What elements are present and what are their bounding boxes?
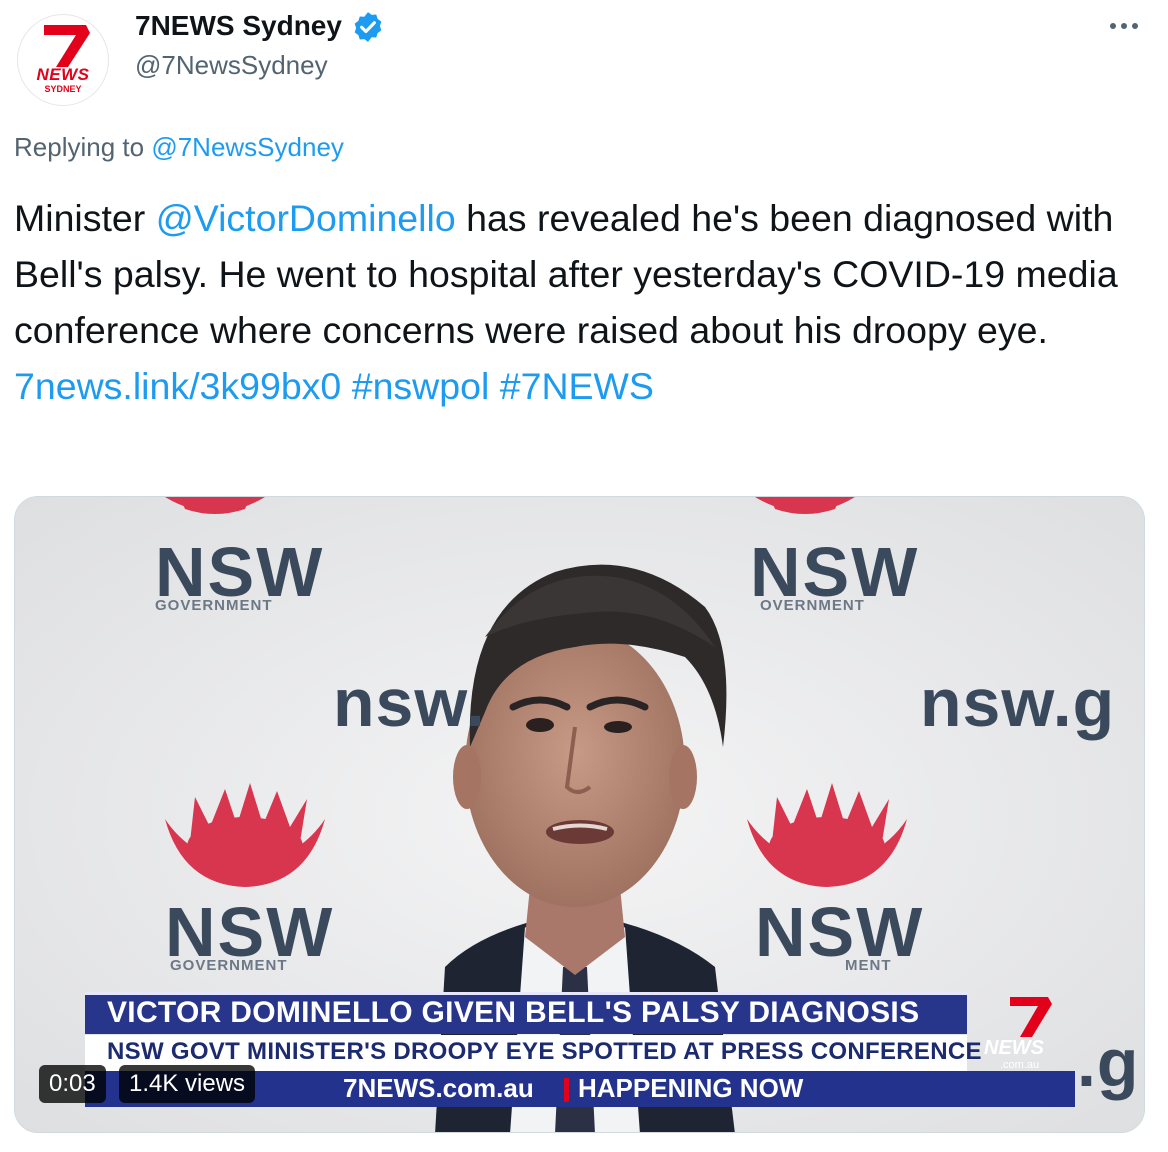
article-link[interactable]: 7news.link/3k99bx0 [14,365,341,407]
ticker-separator [564,1078,569,1102]
headline-text: VICTOR DOMINELLO GIVEN BELL'S PALSY DIAG… [107,996,920,1029]
video-time-badge: 0:03 [39,1065,106,1103]
subheadline-text: NSW GOVT MINISTER'S DROOPY EYE SPOTTED A… [107,1038,982,1065]
ticker-site: 7NEWS.com.au [343,1073,534,1103]
backdrop-gov-text-1: GOVERNMENT [155,597,273,614]
hashtag-nswpol[interactable]: #nswpol [352,365,490,407]
backdrop-nsw-text-4: NSW [755,893,925,971]
hashtag-7news[interactable]: #7NEWS [500,365,654,407]
video-player[interactable]: NSW GOVERNMENT NSW OVERNMENT nsw. nsw.g … [14,496,1145,1133]
ticker-label: HAPPENING NOW [578,1073,804,1103]
backdrop-gov-text-4: MENT [845,957,892,974]
reply-context: Replying to @7NewsSydney [14,132,344,163]
backdrop-gov-text-3: GOVERNMENT [170,957,288,974]
reply-handle-link[interactable]: @7NewsSydney [151,132,344,162]
avatar-logo-word: NEWS [36,65,90,84]
more-horizontal-icon[interactable] [1104,6,1144,46]
video-views-badge: 1.4K views [119,1065,256,1103]
avatar-logo-city: SYDNEY [44,84,82,94]
channel-logo-domain: .com.au [1000,1059,1040,1071]
headline-banner: VICTOR DOMINELLO GIVEN BELL'S PALSY DIAG… [85,992,967,1034]
verified-badge-icon [354,12,382,42]
tweet-text-part1: Minister [14,197,156,239]
backdrop-url-right-lower: .g [1077,1025,1140,1101]
tweet-text: Minister @VictorDominello has revealed h… [14,190,1134,414]
avatar[interactable]: NEWS SYDNEY [17,14,109,106]
backdrop-url-right: nsw.g [920,665,1116,741]
author-handle[interactable]: @7NewsSydney [135,50,328,81]
channel-logo-word: NEWS [984,1037,1044,1059]
channel-logo: NEWS .com.au [980,993,1080,1083]
author-display-name[interactable]: 7NEWS Sydney [135,10,342,42]
reply-prefix: Replying to [14,132,145,162]
backdrop-gov-text-2: OVERNMENT [760,597,865,614]
backdrop-url-left: nsw. [333,665,486,741]
mention-link[interactable]: @VictorDominello [156,197,456,239]
seven-logo-icon [1010,997,1052,1037]
